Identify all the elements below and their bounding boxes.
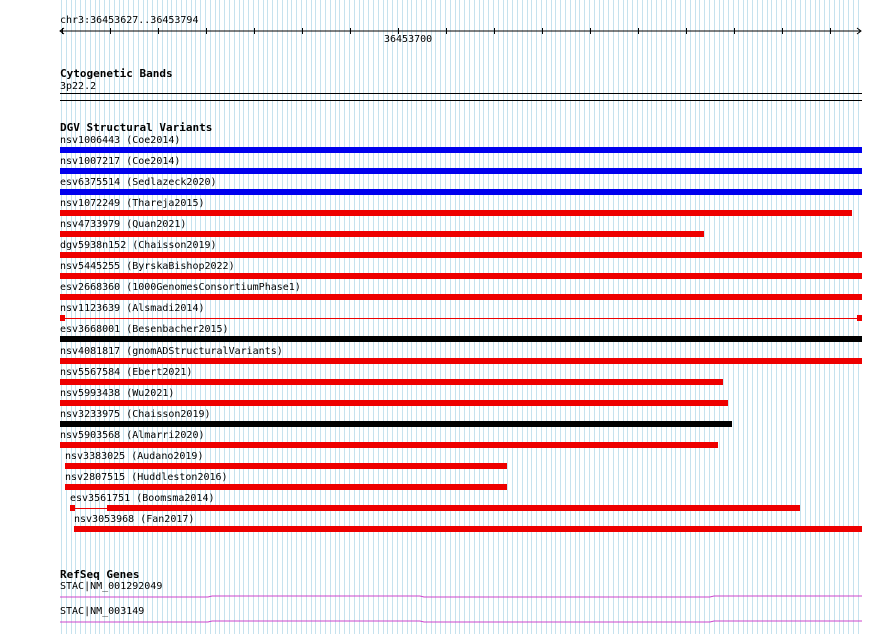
variant-label: esv3668001 (Besenbacher2015) (60, 324, 229, 335)
dgv-track-title[interactable]: DGV Structural Variants (60, 122, 212, 134)
cytoband-label: 3p22.2 (60, 81, 97, 92)
variant-label: nsv5993438 (Wu2021) (60, 388, 175, 399)
ruler-tick-label: 36453700 (384, 34, 433, 45)
variant-label: nsv3383025 (Audano2019) (65, 451, 204, 462)
variant-label: nsv4733979 (Quan2021) (60, 219, 187, 230)
variant-bar[interactable] (60, 252, 862, 258)
variant-bar[interactable] (60, 442, 718, 448)
variant-bar[interactable] (60, 421, 732, 427)
variant-block[interactable] (60, 315, 65, 321)
gene-feature[interactable] (60, 592, 862, 600)
variant-bar[interactable] (60, 273, 862, 279)
variant-label: nsv3053968 (Fan2017) (74, 514, 195, 525)
variant-bar[interactable] (60, 189, 862, 195)
variant-bar[interactable] (60, 210, 852, 216)
variant-label: esv2668360 (1000GenomesConsortiumPhase1) (60, 282, 301, 293)
scale-ruler[interactable] (56, 26, 866, 38)
region-label: chr3:36453627..36453794 (60, 15, 199, 26)
variant-block[interactable] (70, 505, 75, 511)
variant-label: nsv1072249 (Thareja2015) (60, 198, 205, 209)
variant-block[interactable] (857, 315, 862, 321)
cytoband-top-border (60, 93, 862, 94)
gene-feature[interactable] (60, 617, 862, 625)
variant-bar[interactable] (65, 463, 507, 469)
variant-label: nsv5567584 (Ebert2021) (60, 367, 193, 378)
variant-label: nsv2807515 (Huddleston2016) (65, 472, 228, 483)
variant-bar[interactable] (60, 379, 723, 385)
variant-bar[interactable] (65, 484, 507, 490)
variant-block[interactable] (107, 505, 800, 511)
cytoband-bottom-border[interactable] (60, 100, 862, 101)
variant-bar[interactable] (60, 358, 862, 364)
variant-bar[interactable] (60, 147, 862, 153)
refseq-track-title[interactable]: RefSeq Genes (60, 569, 139, 581)
cytoband-track-title[interactable]: Cytogenetic Bands (60, 68, 173, 80)
variant-label: dgv5938n152 (Chaisson2019) (60, 240, 217, 251)
background-grid (61, 0, 859, 634)
gene-label: STAC|NM_003149 (60, 606, 145, 617)
variant-label: nsv3233975 (Chaisson2019) (60, 409, 211, 420)
variant-bar[interactable] (60, 294, 862, 300)
variant-label: nsv1123639 (Alsmadi2014) (60, 303, 205, 314)
variant-label: esv3561751 (Boomsma2014) (70, 493, 215, 504)
variant-bar[interactable] (60, 231, 704, 237)
gene-label: STAC|NM_001292049 (60, 581, 163, 592)
variant-bar[interactable] (60, 400, 728, 406)
variant-bar[interactable] (60, 336, 862, 342)
variant-bar[interactable] (60, 168, 862, 174)
variant-label: nsv4081817 (gnomADStructuralVariants) (60, 346, 283, 357)
variant-label: nsv1007217 (Coe2014) (60, 156, 181, 167)
variant-label: esv6375514 (Sedlazeck2020) (60, 177, 217, 188)
variant-label: nsv5445255 (ByrskaBishop2022) (60, 261, 235, 272)
variant-bar[interactable] (74, 526, 862, 532)
variant-label: nsv5903568 (Almarri2020) (60, 430, 205, 441)
variant-label: nsv1006443 (Coe2014) (60, 135, 181, 146)
variant-connector[interactable] (60, 318, 862, 319)
